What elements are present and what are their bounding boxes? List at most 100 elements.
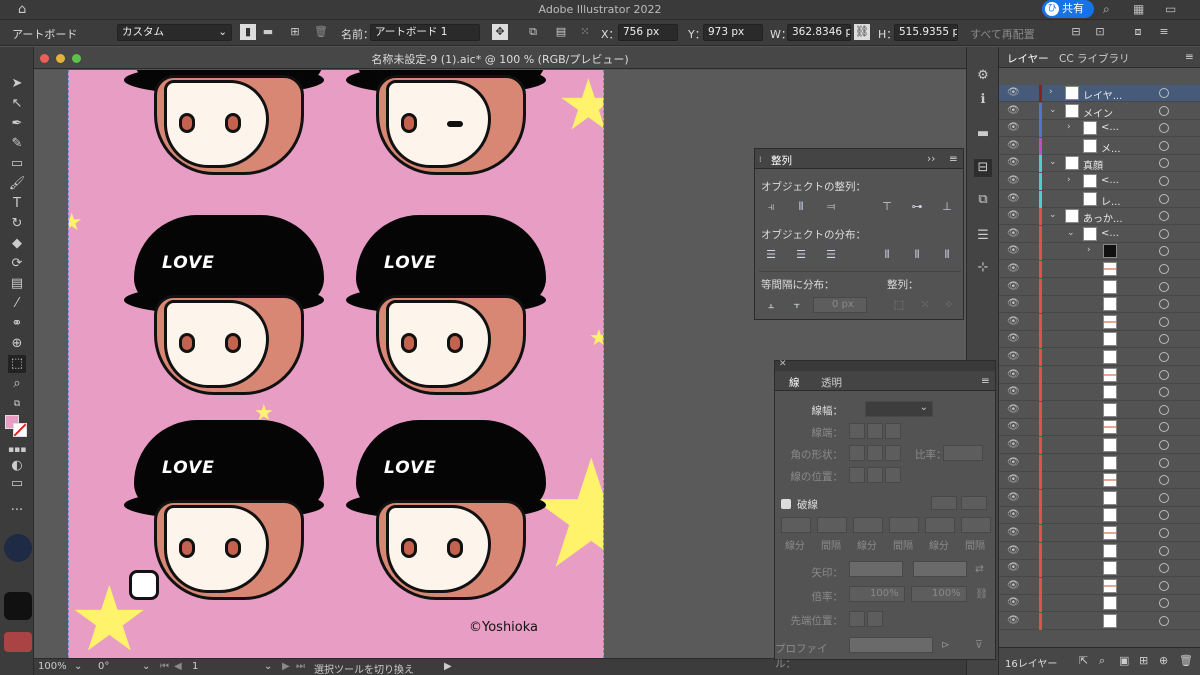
align-icon[interactable]: ⊟ [1068, 24, 1084, 40]
panel-menu-icon[interactable]: ≡ [1185, 51, 1194, 63]
workspace-switcher-icon[interactable]: ▭ [1165, 2, 1176, 16]
target-circle-icon[interactable] [1159, 264, 1169, 274]
warp-tool-icon[interactable]: ⟳ [8, 255, 26, 273]
character-head[interactable] [346, 70, 551, 180]
target-circle-icon[interactable] [1159, 140, 1169, 151]
layer-name[interactable]: 真顔 [1083, 157, 1103, 172]
expand-arrow-icon[interactable]: ⌄ [1049, 105, 1057, 115]
target-circle-icon[interactable] [1159, 176, 1169, 186]
align-to-selection-icon[interactable]: ⬚ [891, 297, 907, 313]
expand-arrow-icon[interactable]: ⌄ [1049, 157, 1057, 167]
puppet-warp-icon[interactable]: ⚭ [8, 315, 26, 333]
round-join-icon[interactable] [867, 445, 883, 461]
visibility-eye-icon[interactable]: 👁 [1007, 509, 1020, 520]
eyedropper-tool-icon[interactable]: ⁄ [8, 295, 26, 313]
target-circle-icon[interactable] [1159, 616, 1169, 626]
tip-place-icon[interactable] [867, 611, 883, 627]
visibility-eye-icon[interactable]: 👁 [1007, 369, 1020, 380]
artboard-list-icon[interactable]: ▤ [553, 24, 569, 40]
direct-selection-tool-icon[interactable]: ↖ [8, 95, 26, 113]
dock-app-icon[interactable] [4, 534, 32, 562]
search-icon[interactable]: ⌕ [1103, 2, 1110, 17]
layer-row[interactable]: 👁 [999, 489, 1200, 507]
align-dash-icon[interactable] [961, 496, 987, 510]
distribute-bottom-icon[interactable]: ☰ [823, 247, 839, 263]
flip-along-icon[interactable]: ⊳ [941, 639, 950, 651]
target-circle-icon[interactable] [1159, 334, 1169, 345]
bevel-join-icon[interactable] [885, 445, 901, 461]
rearrange-all-button[interactable]: すべて再配置 [970, 26, 1035, 42]
tab-layers[interactable]: レイヤー [1007, 51, 1049, 66]
layer-name[interactable]: あっか... [1083, 210, 1123, 225]
rectangle-tool-icon[interactable]: ▭ [8, 155, 26, 173]
status-menu-icon[interactable]: ▶ [444, 661, 452, 672]
gap-input[interactable] [961, 517, 991, 533]
visibility-eye-icon[interactable]: 👁 [1007, 105, 1020, 116]
rotate-tool-icon[interactable]: ↻ [8, 215, 26, 233]
visibility-eye-icon[interactable]: 👁 [1007, 157, 1020, 168]
rotation-value[interactable]: 0° [98, 661, 109, 672]
visibility-eye-icon[interactable]: 👁 [1007, 298, 1020, 309]
arrange-documents-icon[interactable]: ▦ [1133, 2, 1144, 16]
visibility-eye-icon[interactable]: 👁 [1007, 474, 1020, 485]
delete-layer-icon[interactable]: 🗑 [1179, 654, 1193, 667]
visibility-eye-icon[interactable]: 👁 [1007, 580, 1020, 591]
visibility-eye-icon[interactable]: 👁 [1007, 386, 1020, 397]
dashed-line-checkbox[interactable] [781, 499, 791, 509]
transform-panel-icon[interactable]: ⊹ [974, 259, 992, 277]
preset-select[interactable]: カスタム ⌄ [117, 24, 232, 41]
target-circle-icon[interactable] [1159, 105, 1169, 116]
layer-row[interactable]: 👁 [999, 542, 1200, 560]
artboard-options-icon[interactable]: ⧉ [525, 24, 541, 40]
link-scale-icon[interactable]: ⛓ [975, 587, 988, 600]
end-scale-input[interactable]: 100% [911, 586, 967, 602]
selection-tool-icon[interactable]: ➤ [8, 75, 26, 93]
layer-row[interactable]: 👁 レ... [999, 190, 1200, 208]
next-artboard-icon[interactable]: ▶ [282, 661, 290, 672]
expand-arrow-icon[interactable]: ⌄ [1067, 228, 1075, 238]
visibility-eye-icon[interactable]: 👁 [1007, 210, 1020, 221]
layer-name[interactable]: <... [1101, 228, 1119, 239]
distribute-right-icon[interactable]: ⦀ [939, 247, 955, 263]
layer-name[interactable]: メイン [1083, 105, 1113, 120]
close-icon[interactable]: ✕ [779, 359, 787, 369]
artboard-tool-icon[interactable]: ⬚ [8, 355, 26, 373]
dash-input[interactable] [925, 517, 955, 533]
zoom-tool-icon[interactable]: ⌕ [8, 375, 26, 393]
target-circle-icon[interactable] [1159, 158, 1169, 169]
visibility-eye-icon[interactable]: 👁 [1007, 439, 1020, 450]
visibility-eye-icon[interactable]: 👁 [1007, 281, 1020, 292]
layer-row[interactable]: 👁 [999, 384, 1200, 402]
target-circle-icon[interactable] [1159, 193, 1169, 204]
layer-row[interactable]: 👁 › レイヤ... [999, 85, 1200, 102]
stroke-panel-icon[interactable]: ☰ [974, 227, 992, 245]
expand-arrow-icon[interactable]: ⌄ [1049, 210, 1057, 220]
locate-object-icon[interactable]: ⌕ [1099, 654, 1105, 668]
visibility-eye-icon[interactable]: 👁 [1007, 228, 1020, 239]
layer-row[interactable]: 👁 [999, 261, 1200, 278]
layer-row[interactable]: 👁 [999, 525, 1200, 542]
layer-row[interactable]: 👁 [999, 331, 1200, 349]
visibility-eye-icon[interactable]: 👁 [1007, 122, 1020, 133]
character-head[interactable]: LOVE [124, 215, 329, 400]
layer-row[interactable]: 👁 [999, 296, 1200, 314]
character-head[interactable]: LOVE [346, 420, 551, 605]
stroke-color-swatch[interactable] [13, 423, 27, 437]
align-vcenter-icon[interactable]: ⊶ [909, 199, 925, 215]
preserve-dash-icon[interactable] [931, 496, 957, 510]
layer-row[interactable]: 👁 ⌄ <... [999, 225, 1200, 243]
layer-row[interactable]: 👁 [999, 577, 1200, 595]
gap-input[interactable] [889, 517, 919, 533]
width-input[interactable]: 362.8346 p [787, 24, 851, 41]
draw-mode-icon[interactable]: ◐ [8, 457, 26, 475]
panel-menu-icon[interactable]: ≡ [1156, 24, 1172, 40]
layer-row[interactable]: 👁 [999, 595, 1200, 613]
panel-menu-icon[interactable]: ≡ [949, 153, 958, 165]
visibility-eye-icon[interactable]: 👁 [1007, 245, 1020, 256]
align-outside-icon[interactable] [885, 467, 901, 483]
pathfinder-icon[interactable]: ⧉ [974, 191, 992, 209]
target-circle-icon[interactable] [1159, 211, 1169, 222]
tab-transparency[interactable]: 透明 [821, 375, 842, 390]
layer-row[interactable]: 👁 › <... [999, 173, 1200, 190]
dash-input[interactable] [781, 517, 811, 533]
